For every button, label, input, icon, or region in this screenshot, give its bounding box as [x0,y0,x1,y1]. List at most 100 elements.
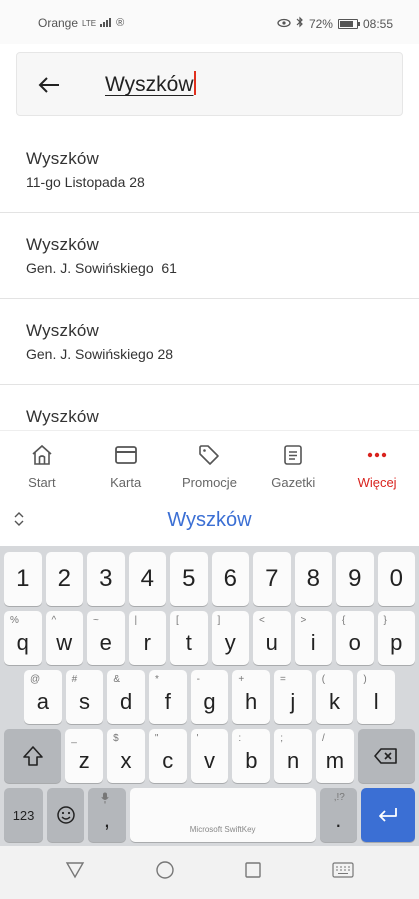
nav-wiecej[interactable]: Więcej [337,431,417,498]
keyboard-hide-icon[interactable] [332,862,354,883]
key-label: s [78,689,90,714]
key-sub-label: - [196,674,201,685]
period-label: . [335,807,342,832]
key-1[interactable]: 1 [4,552,42,606]
enter-key[interactable] [360,788,415,842]
key-label: i [310,630,316,655]
key-3[interactable]: 3 [87,552,125,606]
key-7[interactable]: 7 [253,552,291,606]
key-f[interactable]: * f [149,670,187,724]
key-sub-label: # [71,674,78,685]
key-l[interactable]: ) l [357,670,396,724]
result-street: 11-go Listopada 28 [26,174,145,190]
key-label: d [120,689,133,714]
key-s[interactable]: # s [65,670,104,724]
result-item[interactable]: Wyszków 11-go Listopada 28 [0,127,419,213]
nav-karta[interactable]: Karta [86,431,166,498]
keyboard: 1234567890 % q ^ w ~ e | r[t] y < u > i{o} p @ a # s & d * f… [0,546,419,846]
key-m[interactable]: / m [315,729,354,783]
key-sub-label: : [238,733,242,744]
key-4[interactable]: 4 [128,552,166,606]
key-9[interactable]: 9 [336,552,374,606]
key-n[interactable]: ; n [274,729,312,783]
key-e[interactable]: ~ e [87,611,125,665]
key-a[interactable]: @ a [23,670,62,724]
nav-gazetki[interactable]: Gazetki [253,431,333,498]
emoji-key[interactable] [47,788,85,842]
result-item[interactable]: Wyszków Gen. J. Sowińskiego 61 [0,213,419,299]
shift-key[interactable] [4,729,62,783]
keyboard-row-a: @ a # s & d * f - g + h = j(k) l [0,670,419,729]
key-c[interactable]: " c [148,729,187,783]
backspace-key[interactable] [357,729,416,783]
key-i[interactable]: > i [294,611,332,665]
key-b[interactable]: :b [232,729,271,783]
key-u[interactable]: < u [253,611,291,665]
key-label: t [185,630,192,655]
result-item[interactable]: Wyszków [0,385,419,430]
key-label: p [390,630,403,655]
text-caret [194,71,197,95]
key-5[interactable]: 5 [170,552,208,606]
key-label: 5 [182,565,196,592]
more-dots-icon [367,443,387,467]
suggestion-word[interactable]: Wyszków [0,509,419,532]
key-label: h [245,689,258,714]
recents-square-icon[interactable] [244,861,262,884]
key-2[interactable]: 2 [45,552,83,606]
key-k[interactable]: (k [315,670,354,724]
search-input[interactable]: Wyszków [105,71,385,101]
key-sub-label: ~ [93,615,99,626]
key-sub-label: + [238,674,245,685]
key-z[interactable]: _ z [65,729,104,783]
microphone-icon [101,792,109,807]
key-o[interactable]: {o [336,611,374,665]
key-0[interactable]: 0 [377,552,415,606]
card-icon [114,443,138,467]
key-8[interactable]: 8 [294,552,332,606]
key-label: y [224,630,236,655]
battery-icon [337,18,360,29]
home-circle-icon[interactable] [155,860,175,885]
key-sub-label: > [300,615,307,626]
key-sub-label: ; [280,733,283,744]
key-label: q [16,630,29,655]
comma-key[interactable]: , [88,788,126,842]
key-label: 9 [348,565,362,592]
key-x[interactable]: $ x [107,729,145,783]
space-key[interactable]: Microsoft SwiftKey [129,788,316,842]
key-r[interactable]: | r [128,611,166,665]
space-label: Microsoft SwiftKey [189,825,256,834]
key-g[interactable]: -g [190,670,229,724]
result-city: Wyszków [26,321,100,340]
key-v[interactable]: ' v [190,729,229,783]
nav-label: Promocje [182,475,237,490]
period-key[interactable]: ,!? . [319,788,357,842]
number-switch-key[interactable]: 123 [4,788,44,842]
back-arrow-icon[interactable] [35,71,63,99]
key-label: 6 [223,565,237,592]
key-label: n [286,748,300,773]
key-w[interactable]: ^ w [45,611,83,665]
result-item[interactable]: Wyszków Gen. J. Sowińskiego 28 [0,299,419,385]
key-d[interactable]: & d [107,670,145,724]
key-label: z [78,748,90,773]
result-street: Gen. J. Sowińskiego 28 [26,346,174,362]
key-sub-label: ] [217,615,221,626]
key-sub-label: < [259,615,265,626]
key-j[interactable]: = j [274,670,312,724]
key-label: v [204,748,216,773]
key-y[interactable]: ] y [211,611,249,665]
key-t[interactable]: [t [170,611,208,665]
key-h[interactable]: + h [232,670,271,724]
key-q[interactable]: % q [4,611,42,665]
nav-start[interactable]: Start [2,431,82,498]
key-sub-label: $ [113,733,119,744]
key-6[interactable]: 6 [211,552,249,606]
registered-icon: ® [116,17,125,29]
key-sub-label: ( [321,674,326,685]
key-p[interactable]: } p [377,611,415,665]
back-triangle-icon[interactable] [65,861,85,884]
nav-promocje[interactable]: Promocje [169,431,249,498]
newspaper-icon [283,443,303,467]
